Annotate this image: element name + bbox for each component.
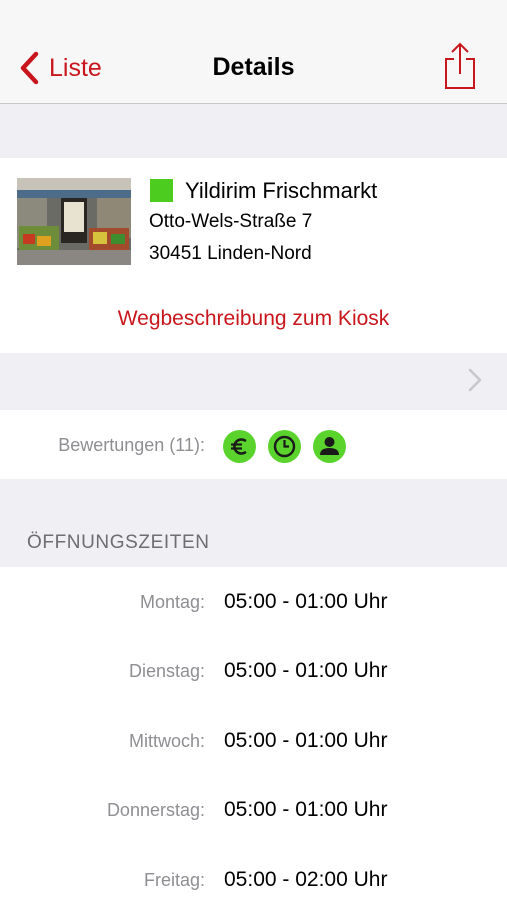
hours-day-label: Dienstag: (128, 661, 205, 681)
chevron-right-icon (467, 368, 483, 392)
hours-time-value: 05:00 - 01:00 Uhr (224, 659, 388, 682)
share-icon (445, 42, 475, 89)
clock-icon[interactable] (268, 430, 301, 463)
person-icon[interactable] (313, 430, 346, 463)
euro-icon[interactable] (223, 430, 256, 463)
hours-time-value: 05:00 - 01:00 Uhr (224, 798, 388, 821)
store-street: Otto-Wels-Straße 7 (149, 211, 313, 232)
status-indicator (150, 179, 173, 202)
hours-time-value: 05:00 - 01:00 Uhr (224, 590, 388, 613)
opening-hours-header: ÖFFNUNGSZEITEN (27, 532, 210, 553)
hours-day-label: Freitag: (143, 870, 205, 890)
page-title: Details (212, 53, 295, 81)
store-city: 30451 Linden-Nord (149, 243, 312, 264)
hours-day-label: Montag: (139, 592, 205, 612)
share-button[interactable] (440, 42, 480, 90)
hours-time-value: 05:00 - 02:00 Uhr (224, 868, 388, 891)
store-photo (17, 178, 131, 265)
hours-day-label: Mittwoch: (128, 731, 205, 751)
directions-link[interactable]: Wegbeschreibung zum Kiosk (0, 307, 507, 331)
hours-day-label: Donnerstag: (106, 800, 205, 820)
ratings-label: Bewertungen (11): (58, 435, 205, 455)
store-name: Yildirim Frischmarkt (185, 178, 378, 203)
hours-time-value: 05:00 - 01:00 Uhr (224, 729, 388, 752)
